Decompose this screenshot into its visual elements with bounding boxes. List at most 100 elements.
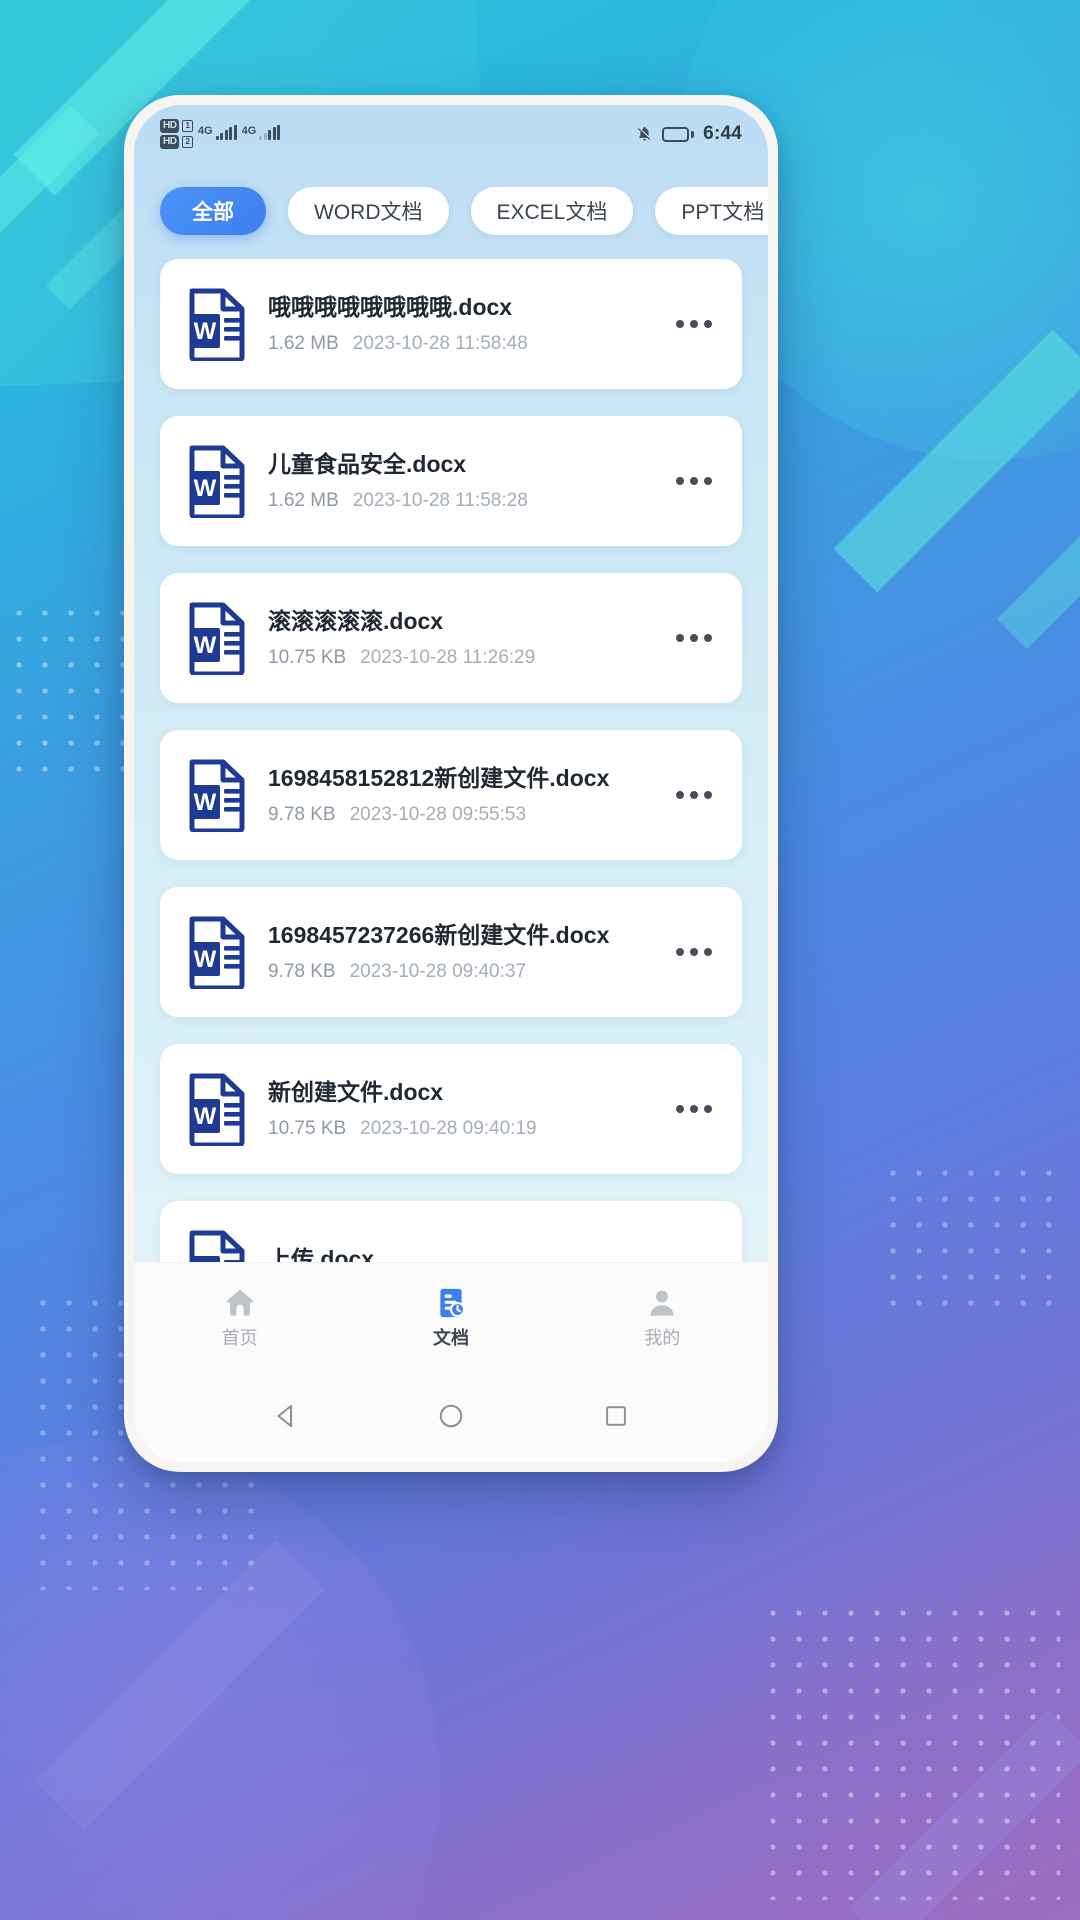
word-document-icon: W <box>186 287 248 361</box>
document-size: 9.78 KB <box>268 803 336 825</box>
document-size: 1.62 MB <box>268 332 339 354</box>
document-size: 10.75 KB <box>268 646 347 668</box>
svg-text:W: W <box>194 1103 217 1130</box>
document-meta: 新创建文件.docx 10.75 KB 2023-10-28 09:40:19 <box>268 1080 662 1137</box>
bottom-nav-label: 首页 <box>221 1328 258 1348</box>
battery-icon <box>662 126 695 142</box>
document-list-item[interactable]: W 儿童食品安全.docx 1.62 MB 2023-10-28 11:58:28 <box>160 416 742 546</box>
signal-group-1: 4G <box>198 125 237 140</box>
document-name: 哦哦哦哦哦哦哦哦.docx <box>268 295 513 321</box>
document-subinfo: 1.62 MB 2023-10-28 11:58:48 <box>268 334 662 353</box>
filter-tab-label: PPT文档 <box>681 201 765 224</box>
document-date: 2023-10-28 11:58:48 <box>352 332 528 354</box>
document-date: 2023-10-28 09:40:37 <box>349 960 527 982</box>
status-bar-left: HD 1 HD 2 4G 4G <box>160 119 281 149</box>
document-meta: 上传.docx <box>268 1247 662 1262</box>
document-subinfo: 10.75 KB 2023-10-28 11:26:29 <box>268 648 662 667</box>
document-name: 上传.docx <box>268 1246 375 1262</box>
more-options-icon[interactable] <box>668 1083 720 1135</box>
document-name: 滚滚滚滚滚.docx <box>268 609 444 635</box>
filter-tab-label: EXCEL文档 <box>496 201 608 224</box>
network-type-1-label: 4G <box>197 125 213 137</box>
status-bar-right: 6:44 <box>636 123 742 145</box>
sim-2-label: 2 <box>182 136 193 148</box>
home-circle-icon[interactable] <box>424 1389 478 1443</box>
word-document-icon: W <box>186 444 248 518</box>
word-document-icon: W <box>186 915 248 989</box>
back-triangle-icon[interactable] <box>259 1389 313 1443</box>
signal-group-2: 4G <box>242 125 281 140</box>
volte-sim-2: HD 2 <box>160 135 193 149</box>
document-list-item[interactable]: W 1698458152812新创建文件.docx 9.78 KB 2023-10-… <box>160 730 742 860</box>
document-list-item[interactable]: W 上传.docx <box>160 1201 742 1262</box>
bottom-navigation-bar[interactable]: 首页 文档 我的 <box>134 1262 768 1370</box>
filter-tab-4[interactable]: PPT文档 <box>655 187 768 235</box>
phone-screen: HD 1 HD 2 4G 4G 6:44 全部 WORD文档 EXCEL文档 P… <box>134 105 768 1462</box>
profile-icon <box>645 1286 679 1320</box>
bottom-nav-item-3[interactable]: 我的 <box>557 1286 768 1347</box>
word-document-icon: W <box>186 601 248 675</box>
android-navigation-bar[interactable] <box>134 1370 768 1462</box>
home-icon <box>223 1286 257 1320</box>
filter-tab-2[interactable]: WORD文档 <box>288 187 449 235</box>
phone-mockup-frame: HD 1 HD 2 4G 4G 6:44 全部 WORD文档 EXCEL文档 P… <box>124 95 778 1472</box>
bottom-nav-label: 我的 <box>644 1328 681 1348</box>
svg-text:W: W <box>194 789 217 816</box>
background-dot-pattern <box>880 1160 1070 1310</box>
filter-tab-1[interactable]: 全部 <box>160 187 266 235</box>
more-options-icon[interactable] <box>668 298 720 350</box>
svg-text:W: W <box>194 632 217 659</box>
document-list-item[interactable]: W 滚滚滚滚滚.docx 10.75 KB 2023-10-28 11:26:29 <box>160 573 742 703</box>
network-type-2-label: 4G <box>241 125 257 137</box>
document-size: 9.78 KB <box>268 960 336 982</box>
document-list-item[interactable]: W 新创建文件.docx 10.75 KB 2023-10-28 09:40:19 <box>160 1044 742 1174</box>
document-date: 2023-10-28 09:55:53 <box>349 803 527 825</box>
filter-tab-label: WORD文档 <box>314 201 423 224</box>
more-options-icon[interactable] <box>668 1240 720 1262</box>
document-name: 儿童食品安全.docx <box>268 452 467 478</box>
document-name: 新创建文件.docx <box>268 1080 444 1106</box>
volte-sim-1: HD 1 <box>160 119 193 133</box>
filter-tab-label: 全部 <box>192 201 234 224</box>
document-size: 10.75 KB <box>268 1117 347 1139</box>
document-subinfo: 1.62 MB 2023-10-28 11:58:28 <box>268 491 662 510</box>
document-list-item[interactable]: W 1698457237266新创建文件.docx 9.78 KB 2023-10-… <box>160 887 742 1017</box>
signal-bars-icon <box>259 125 281 140</box>
filter-tab-3[interactable]: EXCEL文档 <box>470 187 634 235</box>
document-meta: 1698457237266新创建文件.docx 9.78 KB 2023-10-28… <box>268 923 662 980</box>
hd-badge-icon: HD <box>160 119 180 133</box>
bell-muted-icon <box>636 125 653 143</box>
document-size: 1.62 MB <box>268 489 339 511</box>
document-subinfo: 9.78 KB 2023-10-28 09:55:53 <box>268 805 662 824</box>
bottom-nav-item-1[interactable]: 首页 <box>134 1286 345 1347</box>
background-dot-pattern <box>760 1600 1060 1900</box>
document-subinfo: 9.78 KB 2023-10-28 09:40:37 <box>268 962 662 981</box>
bottom-nav-item-2[interactable]: 文档 <box>345 1286 556 1347</box>
status-bar-clock: 6:44 <box>703 123 742 144</box>
word-document-icon: W <box>186 1229 248 1262</box>
more-options-icon[interactable] <box>668 612 720 664</box>
more-options-icon[interactable] <box>668 769 720 821</box>
document-list-item[interactable]: W 哦哦哦哦哦哦哦哦.docx 1.62 MB 2023-10-28 11:58:4… <box>160 259 742 389</box>
document-list[interactable]: W 哦哦哦哦哦哦哦哦.docx 1.62 MB 2023-10-28 11:58:4… <box>134 259 768 1262</box>
document-name: 1698457237266新创建文件.docx <box>268 923 610 949</box>
document-date: 2023-10-28 09:40:19 <box>360 1117 537 1139</box>
document-meta: 哦哦哦哦哦哦哦哦.docx 1.62 MB 2023-10-28 11:58:48 <box>268 295 662 352</box>
document-meta: 1698458152812新创建文件.docx 9.78 KB 2023-10-28… <box>268 766 662 823</box>
document-date: 2023-10-28 11:58:28 <box>352 489 528 511</box>
bottom-nav-label: 文档 <box>432 1328 469 1348</box>
recents-square-icon[interactable] <box>589 1389 643 1443</box>
document-date: 2023-10-28 11:26:29 <box>360 646 536 668</box>
document-subinfo: 10.75 KB 2023-10-28 09:40:19 <box>268 1119 662 1138</box>
hd-badge-icon: HD <box>160 135 180 149</box>
document-meta: 儿童食品安全.docx 1.62 MB 2023-10-28 11:58:28 <box>268 452 662 509</box>
word-document-icon: W <box>186 758 248 832</box>
document-name: 1698458152812新创建文件.docx <box>268 766 610 792</box>
signal-bars-icon <box>215 125 237 140</box>
background-stripe <box>997 513 1080 649</box>
more-options-icon[interactable] <box>668 455 720 507</box>
filter-tab-bar[interactable]: 全部 WORD文档 EXCEL文档 PPT文档 <box>134 163 768 259</box>
svg-text:W: W <box>194 475 217 502</box>
sim-1-label: 1 <box>182 120 193 132</box>
more-options-icon[interactable] <box>668 926 720 978</box>
